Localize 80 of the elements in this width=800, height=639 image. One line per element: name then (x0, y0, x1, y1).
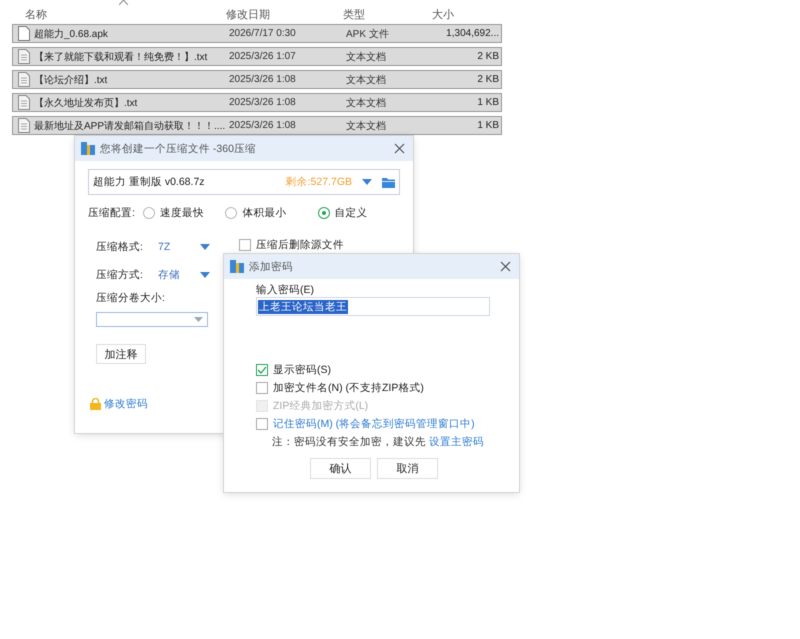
column-header[interactable]: 名称 (12, 0, 226, 24)
file-name: 超能力_0.68.apk (34, 28, 108, 40)
lock-icon (90, 398, 101, 410)
password-field[interactable]: 上老王论坛当老王 (256, 297, 490, 316)
close-icon (394, 143, 405, 154)
file-size: 1,304,692... (445, 28, 500, 39)
cancel-button[interactable]: 取消 (377, 458, 438, 479)
file-size: 2 KB (476, 51, 500, 62)
archive-icon (81, 142, 95, 155)
file-type: 文本文档 (346, 96, 387, 110)
text-file-icon (18, 49, 30, 64)
close-icon (500, 261, 511, 272)
file-type: 文本文档 (346, 120, 387, 132)
radio-button[interactable] (142, 207, 155, 219)
caret-icon (362, 179, 372, 185)
file-type: 文本文档 (346, 74, 387, 86)
file-row[interactable]: 【永久地址发布页】.txt 2025/3/26 1:08 文本文档 1 KB (12, 93, 502, 112)
dropdown[interactable]: 存储 (158, 268, 210, 282)
checkbox[interactable] (256, 418, 268, 430)
radio-button[interactable] (318, 207, 330, 219)
column-header[interactable]: 修改日期 (226, 0, 343, 24)
column-header[interactable]: 类型 (343, 0, 432, 24)
free-space: 剩余:527.7GB (286, 175, 352, 189)
checkbox-label: 加密文件名(N) (不支持ZIP格式) (273, 381, 424, 395)
file-icon (18, 26, 30, 41)
checkbox[interactable] (256, 382, 268, 394)
radio-label: 速度最快 (160, 206, 204, 220)
file-size: 2 KB (476, 74, 500, 85)
file-row[interactable]: 【来了就能下载和观看！纯免费！】.txt 2025/3/26 1:07 文本文档 2 KB (12, 47, 502, 66)
checkbox-label: ZIP经典加密方式(L) (273, 399, 368, 413)
file-date: 2025/3/26 1:07 (229, 51, 297, 62)
note-text: 注：密码没有安全加密，建议先 设置主密码 (271, 435, 485, 450)
file-date: 2025/3/26 1:08 (229, 120, 297, 131)
file-name: 最新地址及APP请发邮箱自动获取！！！.... (34, 120, 226, 132)
archive-icon (230, 260, 244, 273)
column-header[interactable]: 大小 (432, 0, 498, 24)
text-file-icon (18, 95, 30, 110)
comment-button[interactable]: 加注释 (96, 344, 146, 364)
window-title: 您将创建一个压缩文件 -360压缩 (100, 142, 257, 156)
file-row[interactable]: 【论坛介绍】.txt 2025/3/26 1:08 文本文档 2 KB (12, 70, 502, 89)
file-type: APK 文件 (346, 28, 390, 40)
checkbox[interactable] (256, 364, 268, 376)
archive-name: 超能力 重制版 v0.68.7z (93, 175, 206, 189)
checkbox-label: 显示密码(S) (273, 363, 331, 377)
file-row[interactable]: 超能力_0.68.apk 2026/7/17 0:30 APK 文件 1,304,692... (12, 24, 502, 43)
radio-label: 体积最小 (242, 206, 286, 220)
change-password-link[interactable]: 修改密码 (104, 397, 148, 411)
checkbox-label: 压缩后删除源文件 (256, 238, 344, 252)
set-master-password-link[interactable]: 设置主密码 (428, 436, 484, 448)
field-label: 压缩方式: (96, 268, 144, 282)
file-name-field[interactable]: 超能力 重制版 v0.68.7z 剩余:527.7GB (88, 169, 400, 195)
window-title: 添加密码 (249, 260, 294, 274)
text-file-icon (18, 118, 30, 133)
file-name: 【论坛介绍】.txt (34, 74, 108, 86)
confirm-button[interactable]: 确认 (310, 458, 371, 479)
file-size: 1 KB (476, 120, 500, 131)
radio-button[interactable] (225, 207, 238, 219)
config-label: 压缩配置: (88, 206, 136, 220)
folder-icon (382, 176, 395, 188)
checkbox[interactable] (239, 239, 251, 251)
file-size: 1 KB (476, 97, 500, 108)
file-row[interactable]: 最新地址及APP请发邮箱自动获取！！！.... 2025/3/26 1:08 文本文档 1 KB (12, 116, 502, 135)
file-type: 文本文档 (346, 50, 387, 64)
caret-icon (194, 317, 203, 322)
file-date: 2025/3/26 1:08 (229, 97, 297, 108)
caret-icon (200, 244, 210, 250)
check-icon (257, 366, 267, 374)
field-label: 压缩格式: (96, 240, 144, 254)
file-name: 【永久地址发布页】.txt (34, 96, 138, 110)
checkbox-link-label[interactable]: 记住密码(M) (将会备忘到密码管理窗口中) (273, 417, 475, 431)
text-file-icon (18, 72, 30, 87)
file-date: 2026/7/17 0:30 (229, 28, 297, 39)
field-label: 压缩分卷大小: (96, 291, 166, 306)
radio-label: 自定义 (334, 206, 368, 220)
field-label: 输入密码(E) (256, 283, 315, 297)
split-size-dropdown[interactable] (96, 312, 208, 327)
dropdown[interactable]: 7Z (158, 241, 210, 253)
file-date: 2025/3/26 1:08 (229, 74, 297, 85)
file-name: 【来了就能下载和观看！纯免费！】.txt (34, 50, 208, 64)
caret-icon (200, 272, 210, 278)
